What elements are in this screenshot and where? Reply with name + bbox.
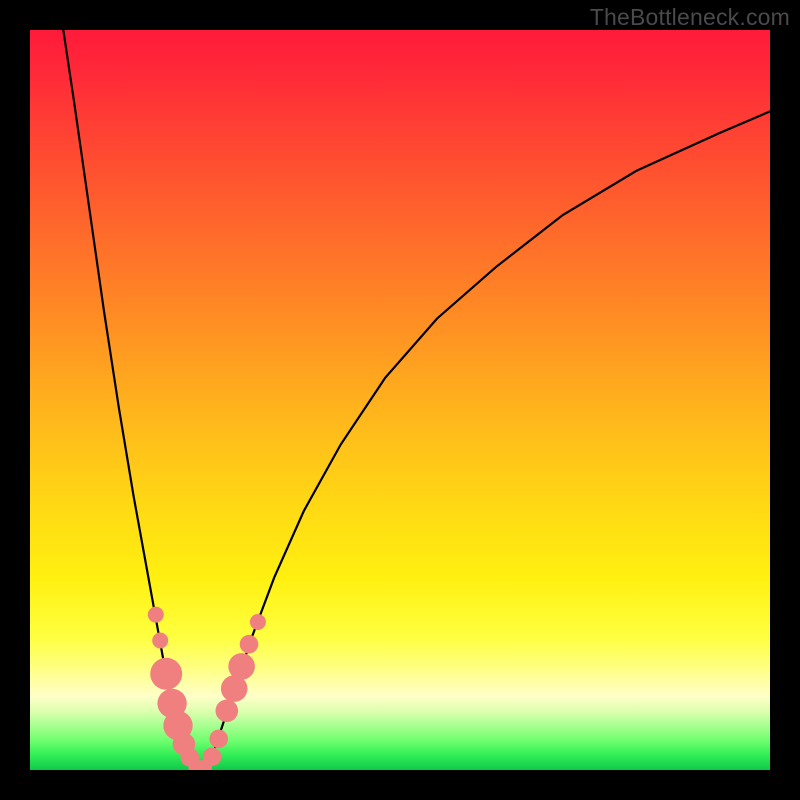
curve-right-branch: [200, 111, 770, 770]
marker-dot: [152, 633, 168, 649]
marker-dot: [228, 653, 255, 680]
marker-dot: [250, 614, 266, 630]
watermark-text: TheBottleneck.com: [590, 4, 790, 31]
marker-dot: [148, 607, 164, 623]
curve-left-branch: [63, 30, 200, 770]
curve-layer: [30, 30, 770, 770]
marker-dot: [209, 730, 228, 749]
chart-frame: TheBottleneck.com: [0, 0, 800, 800]
marker-dot: [203, 747, 222, 766]
marker-dot: [150, 658, 182, 690]
marker-dot: [216, 700, 239, 723]
plot-area: [30, 30, 770, 770]
marker-dot: [240, 635, 259, 654]
marker-group: [148, 607, 266, 770]
